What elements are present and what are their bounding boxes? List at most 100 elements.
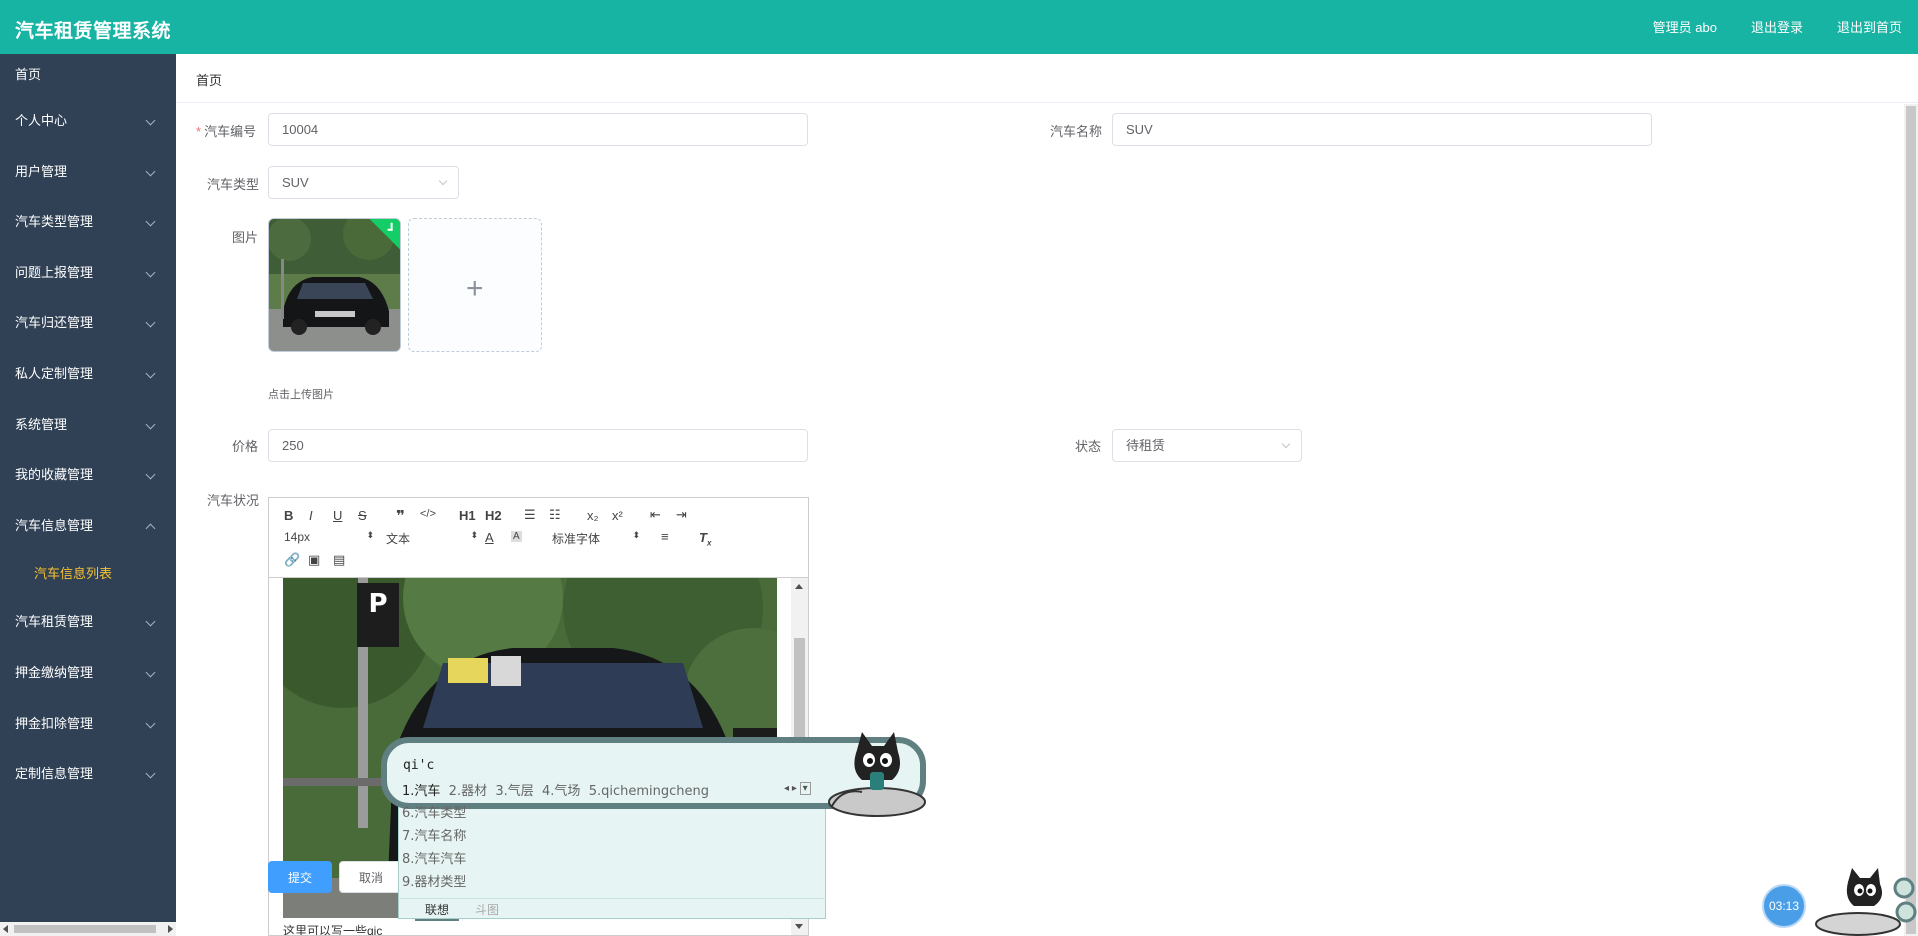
sidebar-item-custom-management[interactable]: 私人定制管理 [0,349,176,400]
ime-candidate[interactable]: 9.器材类型 [402,871,466,890]
sidebar-item-user-management[interactable]: 用户管理 [0,147,176,198]
sidebar-item-label: 押金扣除管理 [15,715,94,731]
sidebar-subitem-label: 汽车信息列表 [34,566,113,582]
scroll-up-icon[interactable] [795,584,803,589]
ime-candidate[interactable]: 4.气场 [542,784,580,799]
superscript-button[interactable]: x² [612,508,623,523]
cancel-button[interactable]: 取消 [339,861,403,893]
sidebar-item-car-info-management[interactable]: 汽车信息管理 [0,501,176,552]
expand-icon[interactable]: ▾ [799,782,811,795]
video-icon[interactable]: ▤ [333,552,345,568]
sidebar-item-label: 问题上报管理 [15,264,94,280]
scroll-right-icon[interactable] [168,925,173,933]
sidebar-item-favorites-management[interactable]: 我的收藏管理 [0,450,176,501]
sidebar-item-label: 首页 [15,67,42,82]
heading2-button[interactable]: H2 [485,508,502,523]
app-title: 汽车租赁管理系统 [15,21,172,42]
sidebar-item-deposit-deduction-management[interactable]: 押金扣除管理 [0,699,176,750]
uploaded-car-image[interactable] [268,218,401,352]
price-input[interactable]: 250 [268,429,808,462]
italic-button[interactable]: I [309,508,313,523]
heading1-button[interactable]: H1 [459,508,476,523]
floating-timer[interactable]: 03:13 [1762,884,1806,928]
sidebar-horizontal-scrollbar[interactable] [0,922,176,936]
ime-candidate-row: 1.汽车 2.器材 3.气层 4.气场 5.qichemingcheng [402,780,709,799]
ime-tab-sticker[interactable]: 斗图 [475,901,499,918]
ime-tab-association[interactable]: 联想 [415,901,460,921]
font-size-select[interactable]: 14px ⬍ [284,530,374,544]
ime-candidate[interactable]: 1.汽车 [402,784,440,799]
sidebar-item-label: 定制信息管理 [15,766,94,782]
car-thumbnail-graphic [269,219,400,351]
sidebar-subitem-car-info-list[interactable]: 汽车信息列表 [0,551,176,597]
logout-link[interactable]: 退出登录 [1751,17,1803,36]
status-label: 状态 [1075,439,1102,454]
sidebar-item-car-return-management[interactable]: 汽车归还管理 [0,298,176,349]
block-format-value: 文本 [386,532,411,546]
submit-button[interactable]: 提交 [268,861,332,893]
blockquote-button[interactable]: ❞ [396,507,405,525]
upload-tip: 点击上传图片 [268,389,334,401]
ime-page-nav[interactable]: ◂ ▸ ▾ [784,782,811,795]
chevron-down-icon [145,667,156,678]
sidebar-item-custom-info-management[interactable]: 定制信息管理 [0,749,176,800]
strikethrough-button[interactable]: S [358,508,367,523]
ordered-list-icon[interactable]: ☰ [524,507,536,523]
check-icon [387,222,393,231]
chevron-down-icon [145,267,156,278]
ime-candidate[interactable]: 6.汽车类型 [402,802,466,821]
chevron-down-icon [145,469,156,480]
sidebar-item-car-rental-management[interactable]: 汽车租赁管理 [0,597,176,648]
clear-format-icon[interactable]: Tx [699,530,711,548]
ime-candidate[interactable]: 2.器材 [449,784,487,799]
link-icon[interactable]: 🔗 [284,552,300,568]
outdent-icon[interactable]: ⇤ [650,507,661,523]
code-block-button[interactable]: </> [420,508,436,520]
car-number-input[interactable]: 10004 [268,113,808,146]
indent-icon[interactable]: ⇥ [676,507,687,523]
scrollbar-thumb[interactable] [14,925,156,933]
underline-button[interactable]: U [333,508,342,523]
ime-candidate[interactable]: 7.汽车名称 [402,825,466,844]
sidebar-item-car-type-management[interactable]: 汽车类型管理 [0,197,176,248]
bold-button[interactable]: B [284,508,293,523]
chevron-down-icon [145,166,156,177]
subscript-button[interactable]: x₂ [587,508,599,523]
sidebar-item-issue-report-management[interactable]: 问题上报管理 [0,248,176,299]
align-left-icon[interactable]: ≡ [661,529,669,544]
background-color-button[interactable]: A [511,531,522,542]
chevron-down-icon [145,216,156,227]
scroll-down-icon[interactable] [795,924,803,929]
sidebar-item-system-management[interactable]: 系统管理 [0,400,176,451]
sidebar-item-home[interactable]: 首页 [0,54,176,96]
sidebar-item-label: 用户管理 [15,163,68,179]
ime-candidate[interactable]: 8.汽车汽车 [402,848,466,867]
car-name-input[interactable]: SUV [1112,113,1652,146]
chevron-down-icon [145,368,156,379]
scrollbar-thumb[interactable] [1906,106,1916,934]
ime-tabs: 联想 斗图 [398,898,826,921]
sidebar-item-personal-center[interactable]: 个人中心 [0,96,176,147]
car-type-select[interactable]: SUV [268,166,459,199]
block-format-select[interactable]: 文本 ⬍ [386,530,478,547]
ime-composition-text: qi'c [403,758,435,773]
image-icon[interactable]: ▣ [308,552,320,568]
scroll-left-icon[interactable] [3,925,8,933]
main-vertical-scrollbar[interactable] [1904,104,1918,936]
status-selected-value: 待租赁 [1126,438,1166,453]
ime-candidate[interactable]: 5.qichemingcheng [589,784,709,799]
font-color-button[interactable]: A [485,530,494,545]
exit-to-home-link[interactable]: 退出到首页 [1837,17,1902,36]
image-upload-button[interactable]: + [408,218,542,352]
next-page-icon[interactable]: ▸ [792,783,797,794]
ime-candidate[interactable]: 3.气层 [495,784,533,799]
sidebar: 首页 个人中心 用户管理 汽车类型管理 问题上报管理 汽车归还管理 私人定制管理… [0,54,176,936]
sidebar-item-deposit-payment-management[interactable]: 押金缴纳管理 [0,648,176,699]
prev-page-icon[interactable]: ◂ [784,783,789,794]
admin-user-link[interactable]: 管理员 abo [1653,17,1717,36]
bullet-list-icon[interactable]: ☷ [549,507,561,523]
font-family-select[interactable]: 标准字体 ⬍ [552,530,640,547]
status-select[interactable]: 待租赁 [1112,429,1302,462]
sidebar-item-label: 汽车信息管理 [15,517,94,533]
breadcrumb[interactable]: 首页 [196,70,222,89]
